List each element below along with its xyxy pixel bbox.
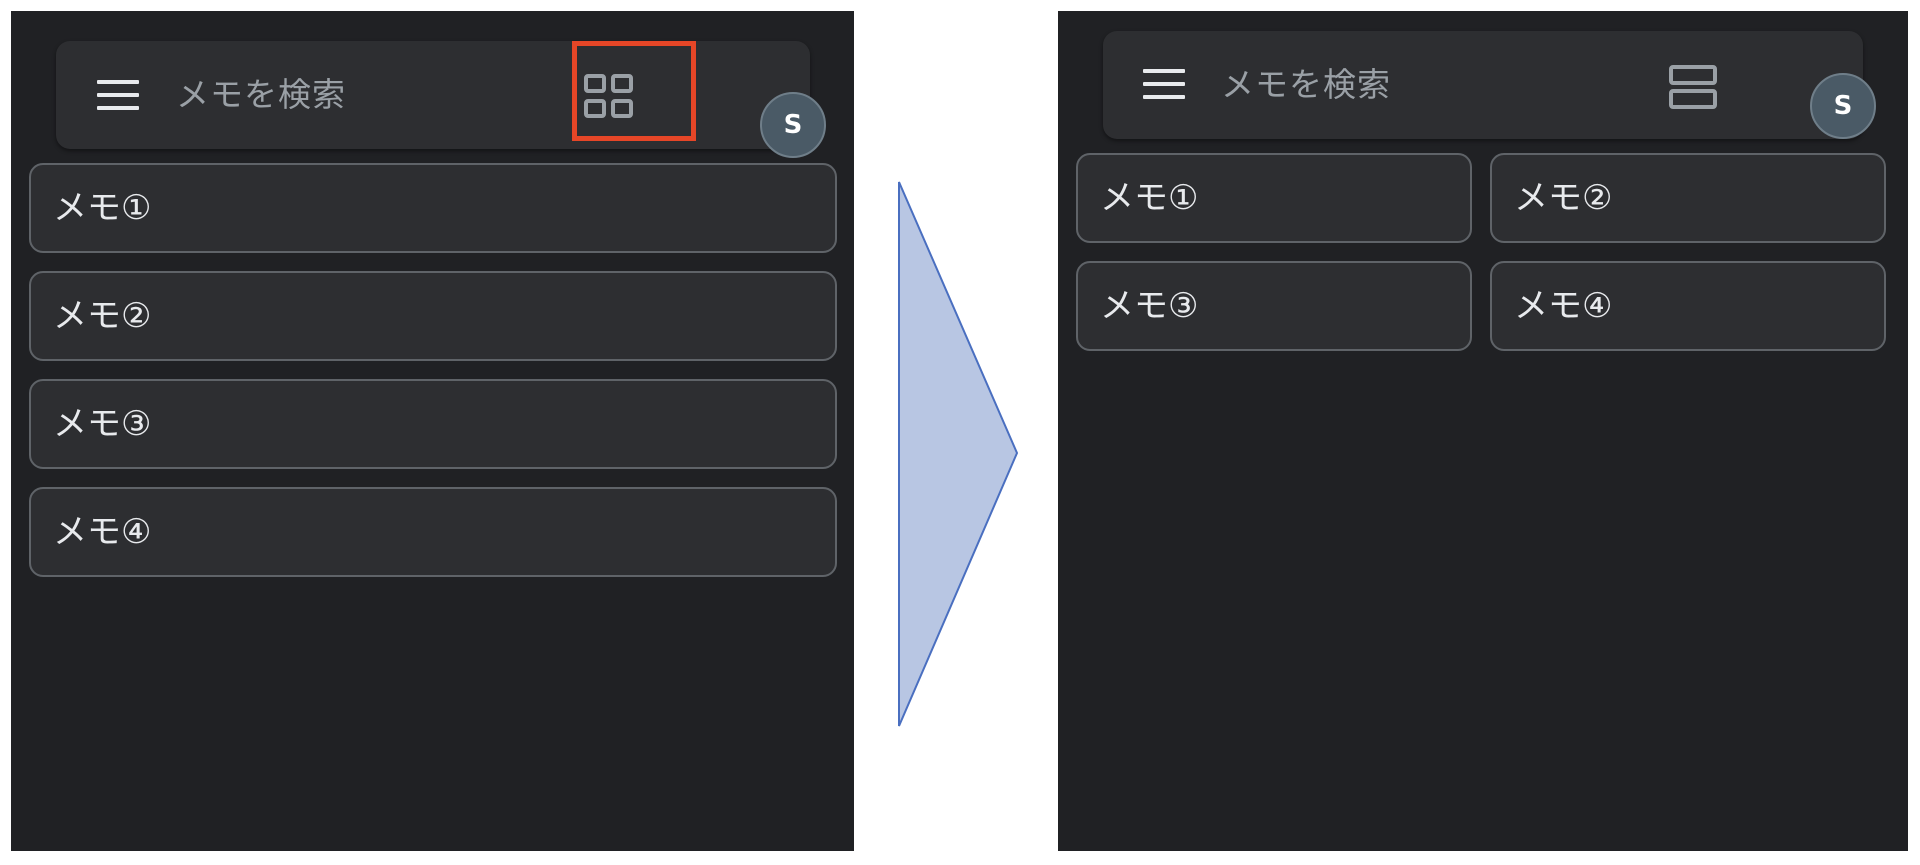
note-title: メモ②	[1514, 178, 1613, 218]
note-title: メモ③	[53, 404, 152, 444]
note-card[interactable]: メモ①	[29, 163, 837, 253]
account-avatar[interactable]: S	[1810, 73, 1876, 139]
account-avatar[interactable]: S	[760, 92, 826, 158]
search-input[interactable]: メモを検索	[176, 70, 556, 120]
transition-arrow	[898, 181, 1019, 727]
note-title: メモ②	[53, 296, 152, 336]
note-card[interactable]: メモ②	[29, 271, 837, 361]
note-card[interactable]: メモ②	[1490, 153, 1886, 243]
before-screen-list-view: メモを検索 S メモ① メモ② メモ③ メモ④	[11, 11, 854, 851]
note-card[interactable]: メモ④	[29, 487, 837, 577]
hamburger-menu-icon[interactable]	[1143, 69, 1185, 99]
grid-view-icon[interactable]	[583, 73, 635, 121]
note-title: メモ①	[53, 188, 152, 228]
search-bar: メモを検索 S	[56, 41, 826, 158]
note-title: メモ①	[1100, 178, 1199, 218]
hamburger-menu-icon[interactable]	[97, 80, 139, 110]
search-bar: メモを検索 S	[1103, 31, 1876, 139]
search-input[interactable]: メモを検索	[1221, 60, 1601, 110]
note-card[interactable]: メモ④	[1490, 261, 1886, 351]
after-screen-grid-view: メモを検索 S メモ① メモ② メモ③ メモ④	[1058, 11, 1908, 851]
note-title: メモ④	[53, 512, 152, 552]
note-title: メモ④	[1514, 286, 1613, 326]
list-view-icon[interactable]	[1668, 64, 1718, 110]
note-card[interactable]: メモ③	[1076, 261, 1472, 351]
note-card[interactable]: メモ③	[29, 379, 837, 469]
note-card[interactable]: メモ①	[1076, 153, 1472, 243]
note-title: メモ③	[1100, 286, 1199, 326]
